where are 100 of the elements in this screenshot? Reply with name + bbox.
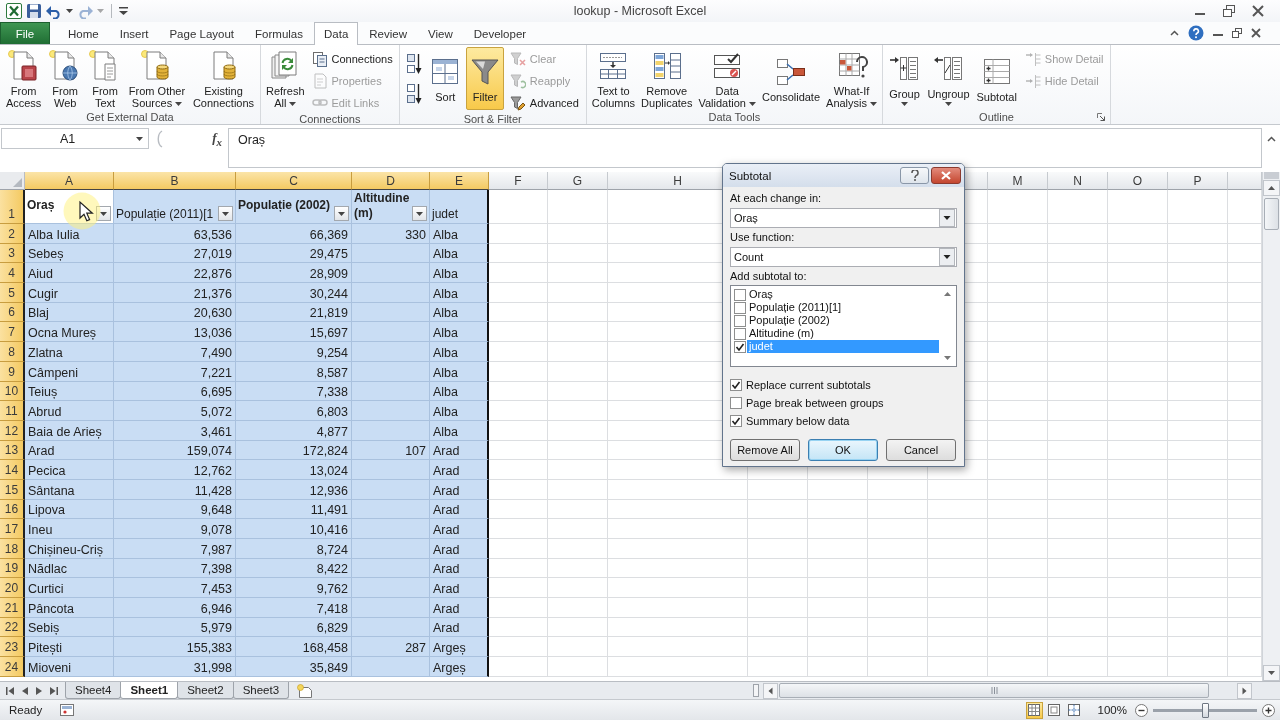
checkbox[interactable] (730, 379, 742, 391)
filter-button[interactable]: Filter (466, 47, 505, 110)
listbox[interactable]: Oraș Populație (2011)[1] Populație (2002) Altitudine (m) judet (730, 285, 957, 367)
scroll-left-button[interactable] (763, 682, 778, 699)
page-break-preview-button[interactable] (1065, 701, 1083, 719)
close-icon[interactable] (1252, 5, 1264, 17)
page-layout-button[interactable] (1045, 701, 1063, 719)
data-validation-button[interactable]: Data Validation (695, 47, 759, 110)
ribbon-tab[interactable]: Insert (109, 22, 159, 44)
table-header-cell[interactable]: judet (430, 190, 489, 224)
row-header[interactable]: 7 (0, 322, 25, 343)
zoom-in-button[interactable] (1262, 703, 1275, 717)
filter-dropdown-button[interactable] (334, 206, 349, 221)
remove-duplicates-button[interactable]: Remove Duplicates (638, 47, 696, 110)
ribbon-tab[interactable]: Developer (463, 22, 537, 44)
ok-button[interactable]: OK (808, 439, 878, 461)
filter-dropdown-button[interactable] (218, 206, 233, 221)
checkbox[interactable] (734, 340, 746, 353)
checkbox[interactable] (734, 301, 746, 314)
scroll-up-button[interactable] (1263, 180, 1280, 196)
sheet-tab[interactable]: Sheet4 (65, 682, 122, 699)
dropdown[interactable]: Count (730, 247, 957, 267)
column-header[interactable]: P (1168, 172, 1228, 190)
ribbon-tab[interactable]: Home (58, 22, 109, 44)
list-item[interactable]: Populație (2002) (747, 314, 939, 327)
column-header[interactable]: D (352, 172, 430, 190)
split-handle[interactable] (1264, 172, 1279, 179)
split-handle[interactable] (753, 684, 759, 697)
column-header[interactable]: O (1108, 172, 1168, 190)
chevron-up-icon[interactable] (1266, 136, 1276, 142)
remove-all-button[interactable]: Remove All (730, 439, 800, 461)
group-button[interactable]: Group (885, 47, 924, 110)
checkbox[interactable] (730, 415, 742, 427)
list-item[interactable]: Altitudine (m) (747, 327, 939, 340)
insert-function-button[interactable]: f$_{x}$ (210, 129, 224, 148)
sort-button[interactable]: Sort (426, 47, 465, 110)
row-header[interactable]: 24 (0, 657, 25, 677)
help-button[interactable] (900, 167, 929, 184)
zoom-out-button[interactable] (1135, 703, 1148, 717)
row-header[interactable]: 18 (0, 539, 25, 559)
chevron-up-icon[interactable] (1170, 30, 1179, 36)
ribbon-tab[interactable]: Review (359, 22, 417, 44)
row-header[interactable]: 21 (0, 598, 25, 618)
column-header[interactable]: A (25, 172, 114, 190)
list-item[interactable]: Populație (2011)[1] (747, 301, 939, 314)
row-header[interactable]: 4 (0, 263, 25, 284)
row-header[interactable]: 2 (0, 224, 25, 244)
column-header[interactable]: N (1048, 172, 1108, 190)
triangle-right-icon[interactable] (36, 686, 42, 695)
new-sheet-icon[interactable] (297, 683, 314, 698)
sheet-tab[interactable]: Sheet1 (120, 682, 179, 699)
table-header-cell[interactable]: Altitudine (m) (352, 190, 430, 224)
close-button[interactable] (931, 167, 961, 184)
checkbox[interactable] (734, 288, 746, 301)
column-header[interactable]: B (114, 172, 236, 190)
checkbox[interactable] (734, 314, 746, 327)
column-header[interactable]: C (236, 172, 352, 190)
scroll-right-button[interactable] (1237, 682, 1252, 699)
column-header[interactable]: M (988, 172, 1048, 190)
horizontal-scrollbar[interactable] (763, 682, 1252, 699)
formula-field[interactable]: Oraș (228, 128, 1262, 168)
row-header[interactable]: 11 (0, 401, 25, 421)
sheet-tab[interactable]: Sheet2 (177, 682, 234, 699)
row-header[interactable]: 14 (0, 460, 25, 480)
ungroup-button[interactable]: Ungroup (924, 47, 973, 110)
vertical-scrollbar[interactable] (1262, 172, 1280, 681)
dropdown[interactable]: Oraș (730, 208, 957, 228)
restore-icon[interactable] (1223, 5, 1235, 17)
restore-icon[interactable] (1232, 28, 1242, 38)
skip-left-icon[interactable] (6, 686, 14, 695)
help-icon[interactable] (1188, 25, 1204, 41)
caret-icon[interactable] (136, 136, 143, 141)
consolidate-button[interactable]: Consolidate (758, 47, 824, 110)
scrollbar-thumb[interactable] (1264, 198, 1279, 230)
advanced-button[interactable]: Advanced (505, 92, 583, 113)
name-box[interactable]: A1 (1, 128, 149, 149)
from-access-button[interactable]: From Access (2, 47, 45, 110)
table-header-cell[interactable]: Oraș (25, 190, 114, 224)
column-header[interactable]: G (548, 172, 608, 190)
list-item[interactable]: Oraș (747, 288, 939, 301)
macro-record-icon[interactable] (60, 704, 75, 716)
row-header[interactable]: 5 (0, 283, 25, 303)
column-header[interactable]: E (430, 172, 489, 190)
caret-icon[interactable] (66, 9, 73, 13)
dialog-launcher-icon[interactable] (1097, 113, 1105, 121)
customize-icon[interactable] (119, 7, 128, 15)
subtotal-button[interactable]: Subtotal (973, 47, 1020, 110)
table-header-cell[interactable]: Populație (2002) (236, 190, 352, 224)
connections-button[interactable]: Connections (307, 48, 397, 69)
filter-dropdown-button[interactable] (96, 206, 111, 221)
ribbon-tab[interactable]: View (418, 22, 463, 44)
file-menu-button[interactable]: File (0, 22, 50, 44)
normal-view-button[interactable] (1025, 701, 1043, 719)
cancel-button[interactable]: Cancel (886, 439, 956, 461)
scrollbar-thumb[interactable] (779, 683, 1209, 698)
skip-right-icon[interactable] (50, 686, 58, 695)
row-header[interactable]: 17 (0, 519, 25, 539)
from-web-button[interactable]: From Web (46, 47, 85, 110)
existing-connections-button[interactable]: Existing Connections (189, 47, 258, 110)
row-header[interactable]: 1 (0, 190, 25, 224)
